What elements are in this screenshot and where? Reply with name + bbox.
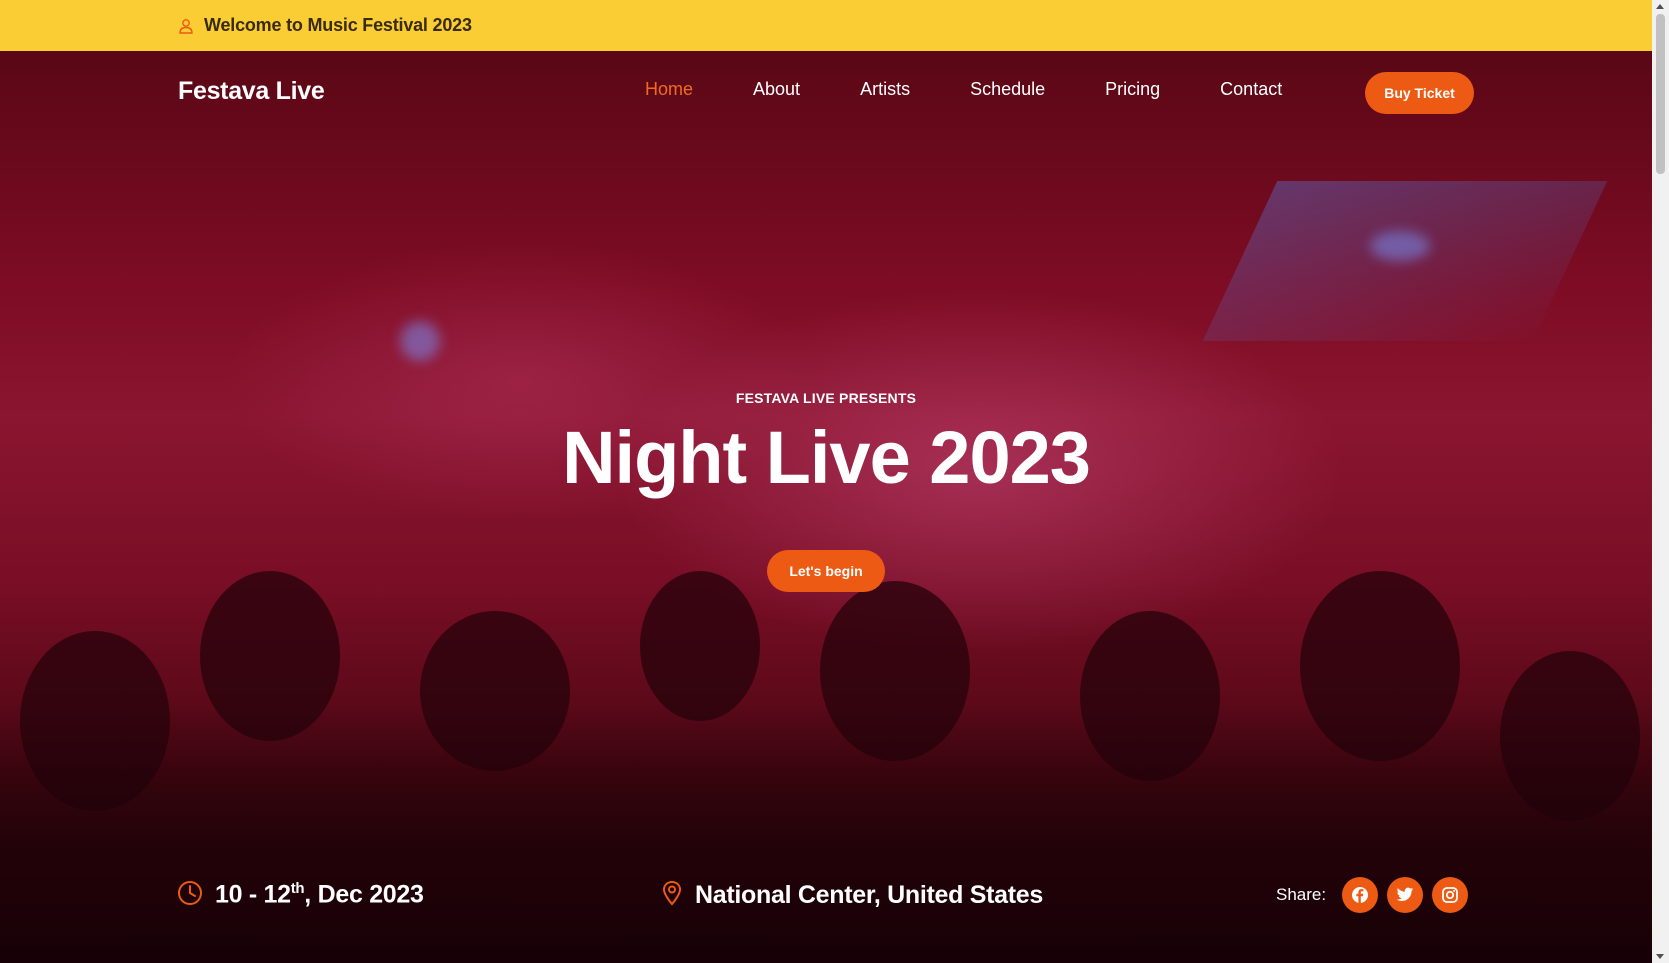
nav-item-home[interactable]: Home	[645, 79, 693, 100]
share-section: Share:	[1276, 875, 1477, 915]
page: Welcome to Music Festival 2023 Festava L…	[0, 0, 1652, 963]
lets-begin-button[interactable]: Let's begin	[767, 550, 885, 592]
page-scrollbar[interactable]	[1652, 0, 1669, 963]
nav-item-schedule[interactable]: Schedule	[970, 79, 1045, 100]
welcome-text: Welcome to Music Festival 2023	[204, 15, 472, 35]
nav-item-artists[interactable]: Artists	[860, 79, 910, 100]
hero-content: FESTAVA LIVE PRESENTS Night Live 2023 Le…	[0, 390, 1652, 592]
nav-item-about[interactable]: About	[753, 79, 800, 100]
instagram-icon[interactable]	[1432, 877, 1469, 913]
location-pin-icon	[661, 880, 683, 911]
user-icon	[178, 18, 194, 34]
hero-subtitle: FESTAVA LIVE PRESENTS	[735, 390, 917, 406]
stage-light	[1370, 231, 1430, 261]
date-month-year: , Dec 2023	[304, 880, 424, 909]
nav-item-contact[interactable]: Contact	[1220, 79, 1282, 100]
date-ordinal: th	[290, 880, 305, 898]
location-text: National Center, United States	[695, 880, 1044, 909]
hero-title: Night Live 2023	[562, 416, 1091, 499]
event-date: 10 - 12th, Dec 2023	[177, 875, 424, 915]
crowd-shadow	[0, 703, 1652, 963]
event-location: National Center, United States	[661, 875, 1043, 915]
scroll-up-icon[interactable]	[1656, 4, 1664, 9]
welcome-bar: Welcome to Music Festival 2023	[0, 0, 1652, 51]
brand-logo[interactable]: Festava Live	[178, 77, 325, 106]
scrollbar-thumb[interactable]	[1656, 14, 1665, 174]
stage-light-beam	[1202, 181, 1608, 341]
facebook-icon[interactable]	[1342, 877, 1379, 913]
share-label: Share:	[1276, 885, 1327, 904]
nav-item-pricing[interactable]: Pricing	[1105, 79, 1160, 100]
twitter-icon[interactable]	[1387, 877, 1424, 913]
date-range: 10 - 12	[215, 880, 291, 909]
scroll-down-icon[interactable]	[1656, 954, 1664, 959]
clock-icon	[177, 880, 203, 911]
buy-ticket-button[interactable]: Buy Ticket	[1365, 72, 1474, 114]
nav-menu: Home About Artists Schedule Pricing Cont…	[645, 79, 1342, 100]
crowd-silhouette	[640, 571, 760, 721]
main-navigation: Festava Live Home About Artists Schedule…	[0, 51, 1652, 135]
event-date-text: 10 - 12th, Dec 2023	[215, 880, 424, 909]
stage-light	[400, 321, 440, 361]
